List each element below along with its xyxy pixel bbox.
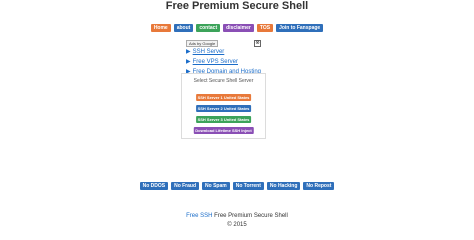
top-navigation: Home about contact disclaimer TOS Join t… [0,24,474,32]
footer-text: Free Premium Secure Shell [212,213,288,219]
ssh-server-1-button[interactable]: SSH Server 1 United States [195,94,252,101]
footer-line: Free SSH Free Premium Secure Shell [0,212,474,221]
server-select-panel: Select Secure Shell Server SSH Server 1 … [181,73,266,139]
footer-copyright: © 2015 [227,222,247,228]
rule-no-spam[interactable]: No Spam [202,182,230,190]
ad-close-icon[interactable]: ⊗ [254,40,261,47]
nav-fanspage-button[interactable]: Join to Fanspage [276,24,324,32]
nav-contact-button[interactable]: contact [196,24,221,32]
panel-title: Select Secure Shell Server [193,78,254,84]
ssh-server-2-button[interactable]: SSH Server 2 United States [195,105,252,112]
rule-no-hacking[interactable]: No Hacking [266,182,301,190]
ad-link-free-vps[interactable]: ▶ Free VPS Server [186,57,261,67]
triangle-right-icon: ▶ [186,59,191,65]
ssh-server-3-button[interactable]: SSH Server 3 United States [195,116,252,123]
rules-bar: No DDOS No Fraud No Spam No Torrent No H… [0,182,474,190]
nav-tos-button[interactable]: TOS [256,24,274,32]
ads-by-google-badge[interactable]: Ads by Google [186,40,219,47]
ad-link-ssh-server[interactable]: ▶ SSH Server [186,47,261,57]
rule-no-torrent[interactable]: No Torrent [232,182,264,190]
page-title: Free Premium Secure Shell [165,0,309,12]
triangle-right-icon: ▶ [186,49,191,55]
nav-home-button[interactable]: Home [150,24,171,32]
nav-disclaimer-button[interactable]: disclaimer [223,24,254,32]
rule-no-fraud[interactable]: No Fraud [171,182,200,190]
download-ssh-inject-button[interactable]: Download Lifetime SSH Inject [193,127,254,134]
rule-no-ddos[interactable]: No DDOS [139,182,169,190]
footer: Free SSH Free Premium Secure Shell © 201… [0,212,474,230]
rule-no-repost[interactable]: No Repost [303,182,335,190]
nav-about-button[interactable]: about [173,24,194,32]
footer-free-ssh-link[interactable]: Free SSH [186,213,212,219]
